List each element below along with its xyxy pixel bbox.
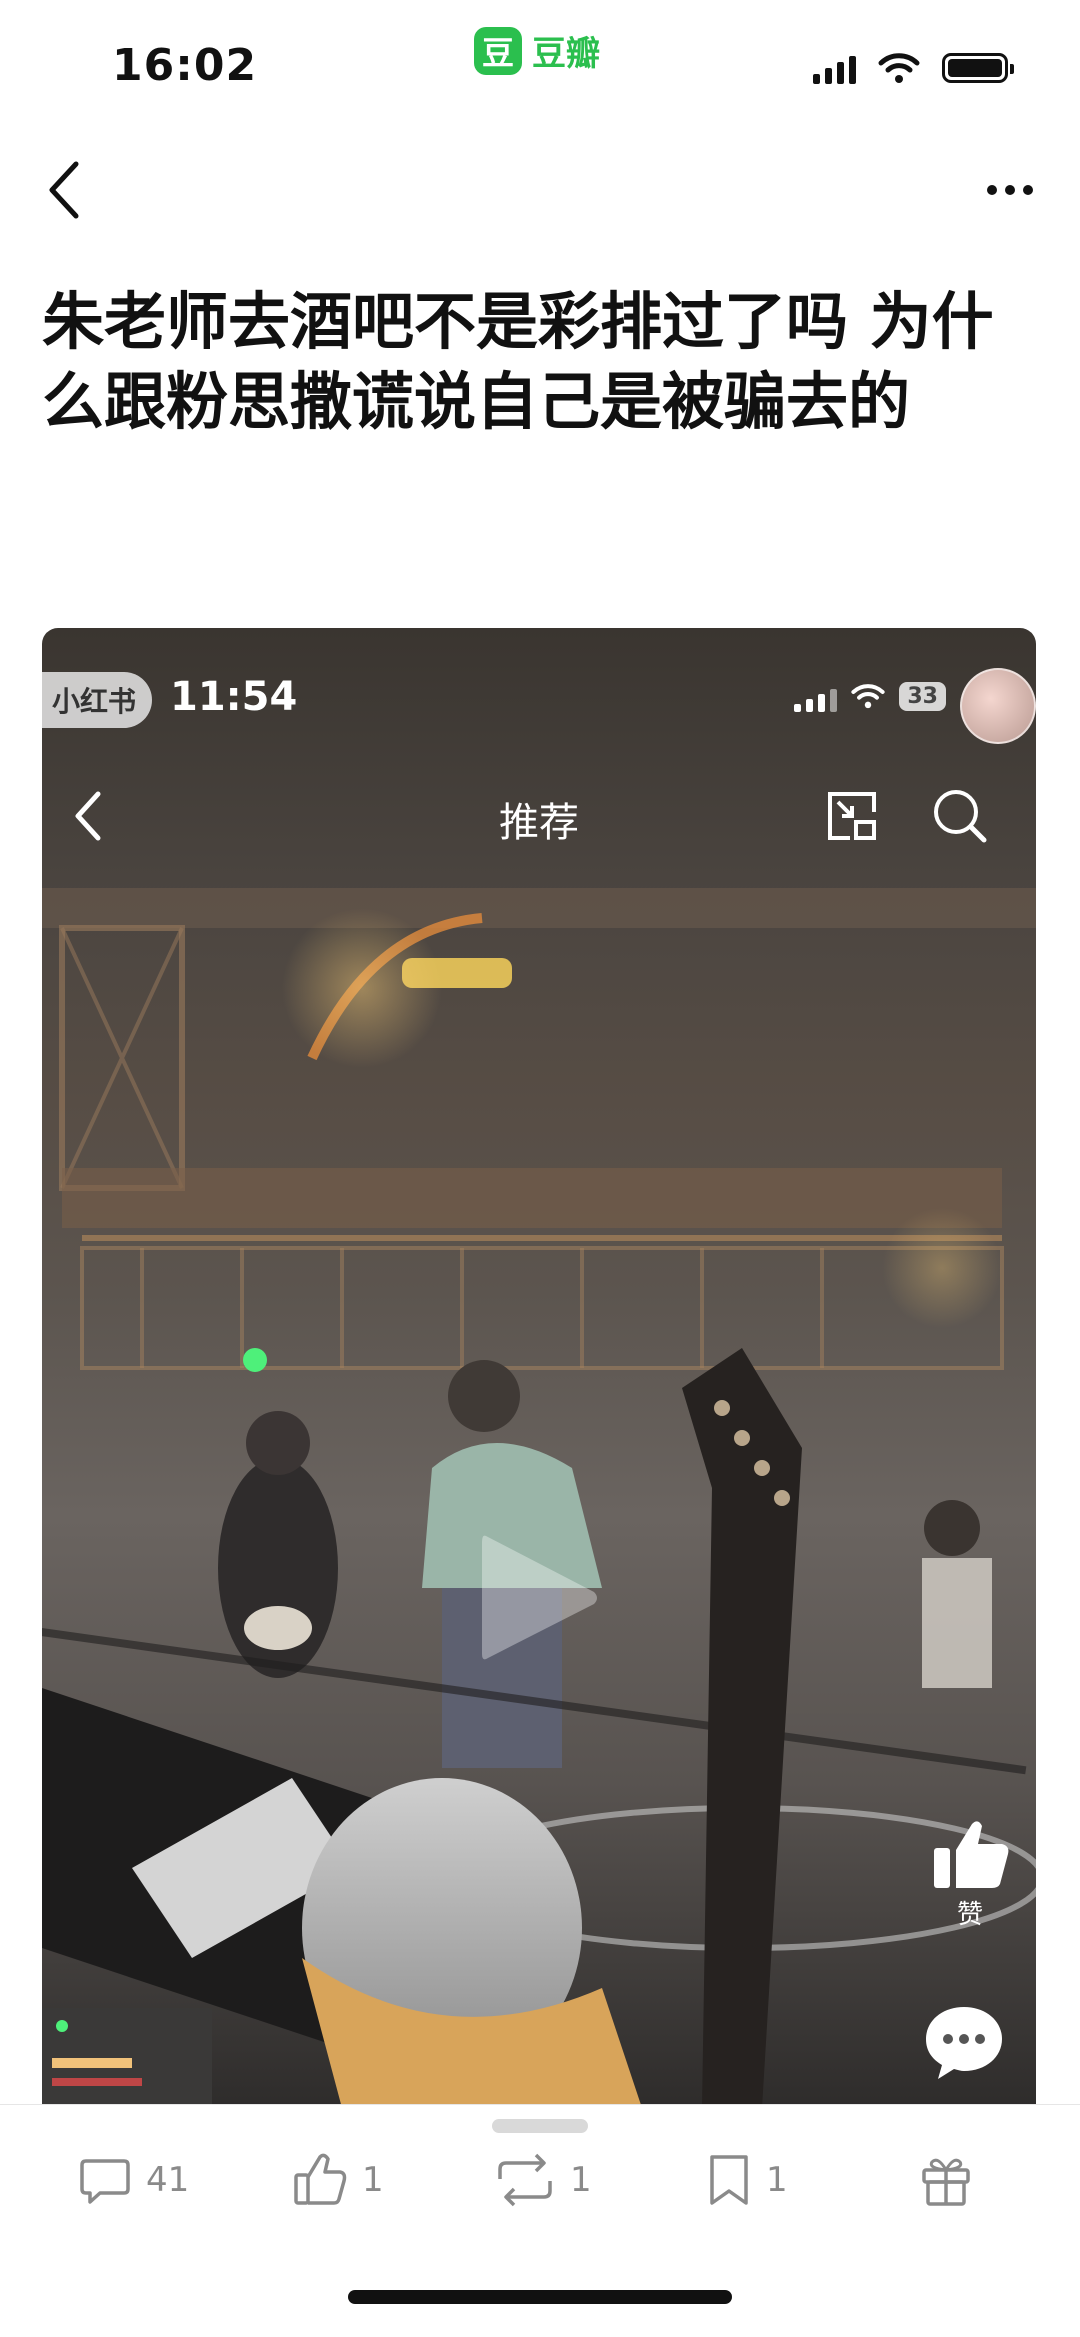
comment-count: 41	[146, 2160, 190, 2200]
embedded-video[interactable]: 小红书 11:54 33 推荐 赞	[42, 628, 1036, 2108]
comment-icon	[80, 2159, 130, 2204]
video-time: 11:54	[170, 674, 298, 720]
like-icon	[294, 2153, 347, 2205]
reshare-count: 1	[570, 2160, 592, 2200]
nav-bar	[0, 140, 1080, 240]
video-nav-bar: 推荐	[42, 778, 1036, 858]
gift-icon	[922, 2158, 970, 2206]
app-name: 豆瓣	[532, 34, 600, 74]
collect-count: 1	[766, 2160, 788, 2200]
avatar	[960, 668, 1036, 744]
xiaohongshu-badge: 小红书	[42, 672, 153, 728]
wifi-icon	[878, 53, 920, 83]
status-bar: 16:02 豆 豆瓣	[0, 0, 1080, 140]
bookmark-icon	[710, 2155, 748, 2205]
drag-handle[interactable]	[492, 2119, 588, 2133]
app-badge: 豆 豆瓣	[474, 26, 600, 75]
screen-share-icon	[828, 792, 876, 840]
battery-icon	[942, 53, 1014, 83]
reshare-button[interactable]: 1	[494, 2145, 592, 2215]
thumbs-up-icon	[934, 1821, 1009, 1888]
video-status-bar: 小红书 11:54 33	[42, 668, 1036, 744]
video-battery-level: 33	[899, 681, 946, 711]
video-signal-icon	[794, 680, 838, 712]
chat-bubble-icon	[926, 2007, 1002, 2079]
comment-button[interactable]: 41	[78, 2145, 189, 2215]
video-like: 赞	[930, 1818, 1010, 1931]
like-button[interactable]: 1	[292, 2145, 384, 2215]
like-count: 1	[362, 2160, 384, 2200]
post-title: 朱老师去酒吧不是彩排过了吗 为什么跟粉思撒谎说自己是被骗去的	[42, 285, 994, 438]
gift-button[interactable]	[920, 2145, 972, 2215]
video-search-icon	[934, 790, 987, 843]
video-wifi-icon	[851, 684, 885, 709]
douban-logo-icon: 豆	[474, 26, 522, 75]
play-icon[interactable]	[474, 1528, 604, 1668]
cellular-signal-icon	[813, 52, 856, 84]
video-status-icons: 33	[794, 680, 946, 712]
reshare-icon	[498, 2153, 552, 2207]
video-nav-title: 推荐	[499, 800, 579, 846]
home-indicator[interactable]	[348, 2290, 732, 2304]
video-like-label: 赞	[956, 1900, 983, 1930]
status-time: 16:02	[112, 40, 258, 91]
collect-button[interactable]: 1	[706, 2145, 788, 2215]
more-options-icon[interactable]	[970, 160, 1050, 220]
status-icons	[813, 52, 1014, 84]
back-icon[interactable]	[36, 150, 92, 230]
action-bar: 41 1 1 1	[0, 2104, 1080, 2245]
